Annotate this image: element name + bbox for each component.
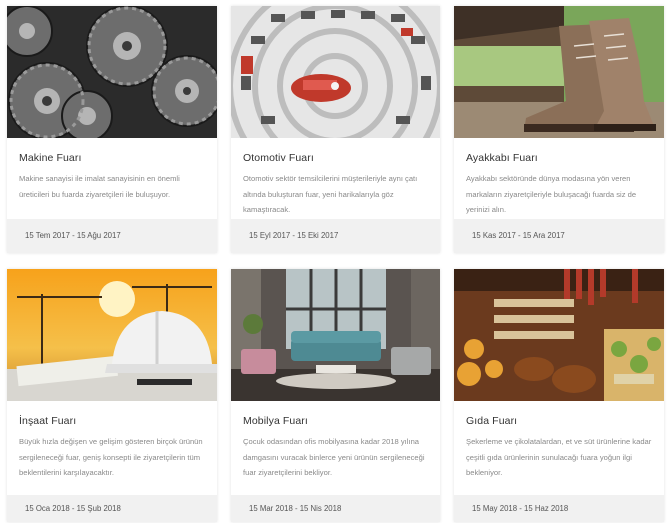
card-title[interactable]: İnşaat Fuarı [19,415,76,427]
card-image-food-market[interactable] [454,269,664,401]
fair-card-insaat[interactable]: İnşaat Fuarı Büyük hızla değişen ve geli… [7,269,217,522]
card-date: 15 Kas 2017 - 15 Ara 2017 [472,231,565,240]
fair-card-ayakkabi[interactable]: Ayakkabı Fuarı Ayakkabı sektöründe dünya… [454,6,664,253]
card-date: 15 Eyl 2017 - 15 Eki 2017 [249,231,339,240]
card-description: Ayakkabı sektöründe dünya modasına yön v… [466,174,637,214]
card-title[interactable]: Makine Fuarı [19,152,81,164]
card-title[interactable]: Otomotiv Fuarı [243,152,314,164]
card-image-car-tower[interactable] [231,6,440,138]
card-description: Makine sanayisi ile imalat sanayisinin e… [19,174,180,199]
card-description: Otomotiv sektör temsilcilerini müşterile… [243,174,418,214]
fair-card-otomotiv[interactable]: Otomotiv Fuarı Otomotiv sektör temsilcil… [231,6,440,253]
card-footer: 15 Oca 2018 - 15 Şub 2018 [7,495,217,522]
card-footer: 15 Kas 2017 - 15 Ara 2017 [454,219,664,253]
card-description: Büyük hızla değişen ve gelişim gösteren … [19,437,203,477]
fair-card-gida[interactable]: Gıda Fuarı Şekerleme ve çikolatalardan, … [454,269,664,522]
card-date: 15 Oca 2018 - 15 Şub 2018 [25,504,121,513]
card-date: 15 Mar 2018 - 15 Nis 2018 [249,504,342,513]
card-image-gears[interactable] [7,6,217,138]
card-description: Çocuk odasından ofis mobilyasına kadar 2… [243,437,425,477]
card-title[interactable]: Ayakkabı Fuarı [466,152,538,164]
fair-card-makine[interactable]: Makine Fuarı Makine sanayisi ile imalat … [7,6,217,253]
card-title[interactable]: Mobilya Fuarı [243,415,308,427]
card-image-living-room[interactable] [231,269,440,401]
card-image-construction[interactable] [7,269,217,401]
card-footer: 15 Eyl 2017 - 15 Eki 2017 [231,219,440,253]
fair-card-mobilya[interactable]: Mobilya Fuarı Çocuk odasından ofis mobil… [231,269,440,522]
fair-card-grid: Makine Fuarı Makine sanayisi ile imalat … [0,0,670,523]
card-description: Şekerleme ve çikolatalardan, et ve süt ü… [466,437,652,477]
card-image-boots[interactable] [454,6,664,138]
card-date: 15 May 2018 - 15 Haz 2018 [472,504,569,513]
card-title[interactable]: Gıda Fuarı [466,415,517,427]
card-date: 15 Tem 2017 - 15 Ağu 2017 [25,231,121,240]
card-footer: 15 May 2018 - 15 Haz 2018 [454,495,664,522]
card-footer: 15 Mar 2018 - 15 Nis 2018 [231,495,440,522]
card-footer: 15 Tem 2017 - 15 Ağu 2017 [7,219,217,253]
